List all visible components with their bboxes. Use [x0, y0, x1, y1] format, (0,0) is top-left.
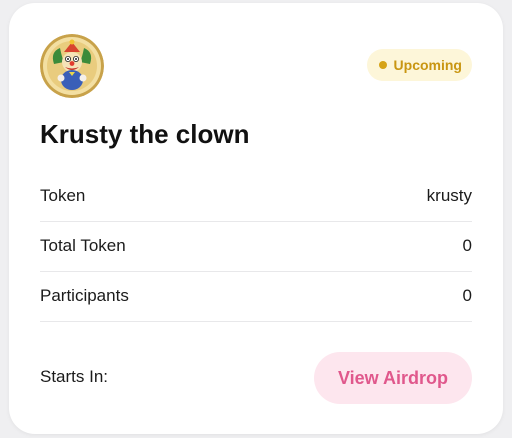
detail-label: Participants — [40, 286, 129, 305]
airdrop-card: Upcoming Krusty the clown Token krusty T… — [9, 3, 503, 434]
detail-row-participants: Participants 0 — [40, 271, 472, 322]
detail-label: Token — [40, 186, 86, 205]
view-airdrop-button[interactable]: View Airdrop — [314, 352, 472, 404]
detail-value: 0 — [462, 236, 472, 255]
detail-value: krusty — [426, 186, 472, 205]
krusty-avatar-icon — [40, 34, 104, 98]
detail-row-total-token: Total Token 0 — [40, 221, 472, 272]
detail-label: Total Token — [40, 236, 126, 255]
status-dot-icon — [378, 61, 387, 69]
detail-row-token: Token krusty — [40, 171, 472, 222]
token-avatar — [40, 34, 104, 98]
airdrop-title: Krusty the clown — [40, 119, 250, 149]
status-badge: Upcoming — [366, 49, 472, 81]
detail-value: 0 — [462, 286, 472, 305]
status-label: Upcoming — [393, 57, 462, 73]
starts-in-label: Starts In: — [40, 367, 109, 386]
